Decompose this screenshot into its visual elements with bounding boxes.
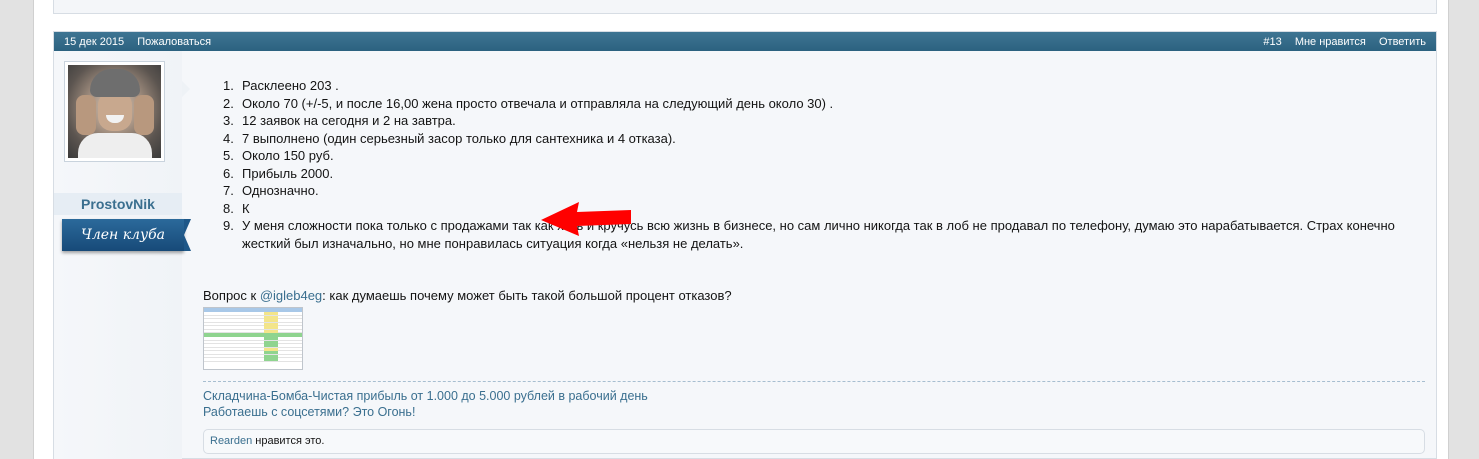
list-item-number: 9. [223, 218, 234, 233]
list-item: 9. У меня сложности пока только с продажа… [223, 217, 1423, 252]
question-text: Вопрос к @igleb4eg: как думаешь почему м… [203, 288, 732, 303]
attachment-thumbnail[interactable] [203, 307, 303, 370]
list-item: 1. Расклеено 203 . [223, 77, 1423, 95]
forum-post: 15 дек 2015 Пожаловаться #13 Мне нравитс… [53, 31, 1437, 459]
list-item-number: 8. [223, 200, 234, 216]
post-header: 15 дек 2015 Пожаловаться #13 Мне нравитс… [54, 32, 1436, 51]
list-item-number: 6. [223, 165, 234, 181]
question-suffix: : как думаешь почему может быть такой бо… [322, 288, 732, 303]
red-arrow-shape [541, 202, 631, 236]
user-title-ribbon: Член клуба [62, 219, 191, 251]
red-arrow-annotation [541, 202, 631, 236]
signature-link-1[interactable]: Складчина-Бомба-Чистая прибыль от 1.000 … [203, 388, 648, 404]
list-item-text: Около 150 руб. [242, 148, 334, 163]
avatar-hat [90, 69, 140, 97]
list-item: 5. Около 150 руб. [223, 147, 1423, 165]
avatar-hand-right [134, 95, 154, 135]
likes-text: нравится это. [252, 435, 325, 447]
list-item-number: 4. [223, 130, 234, 146]
liker-link[interactable]: Rearden [210, 435, 252, 447]
thumb-row [204, 358, 302, 362]
avatar-image [68, 65, 161, 158]
question-prefix: Вопрос к [203, 288, 260, 303]
list-item-text: К [242, 200, 250, 216]
avatar-hand-left [76, 95, 96, 135]
avatar-face [98, 91, 132, 131]
post-header-right: #13 Мне нравится Ответить [1263, 36, 1426, 48]
list-item-number: 1. [223, 78, 234, 93]
username-box: ProstovNik [54, 193, 182, 215]
likes-summary: Rearden нравится это. [203, 429, 1425, 454]
post-header-left: 15 дек 2015 Пожаловаться [64, 36, 221, 48]
list-item-text: У меня сложности пока только с продажами… [242, 218, 1395, 251]
username-link[interactable]: ProstovNik [81, 196, 155, 212]
list-item-number: 5. [223, 148, 234, 163]
list-item: 2. Около 70 (+/-5, и после 16,00 жена про… [223, 95, 1423, 113]
list-item: 4. 7 выполнено (один серьезный засор толь… [223, 130, 1423, 148]
answer-list: 1. Расклеено 203 . 2. Около 70 (+/-5, и пос… [223, 77, 1423, 252]
post-date[interactable]: 15 дек 2015 [64, 36, 124, 48]
report-link[interactable]: Пожаловаться [137, 36, 211, 48]
list-item-text: 12 заявок на сегодня и 2 на завтра. [242, 113, 456, 128]
signature: Складчина-Бомба-Чистая прибыль от 1.000 … [203, 388, 648, 420]
list-item: 3. 12 заявок на сегодня и 2 на завтра. [223, 112, 1423, 130]
signature-separator [203, 381, 1425, 382]
list-item-number: 7. [223, 183, 234, 198]
post-number[interactable]: #13 [1263, 36, 1281, 48]
user-info-panel: ProstovNik Член клуба [54, 51, 191, 459]
mention-link[interactable]: @igleb4eg [260, 288, 322, 303]
list-item-text: 7 выполнено (один серьезный засор только… [242, 130, 676, 146]
signature-link-2[interactable]: Работаешь с соцсетями? Это Огонь! [203, 404, 648, 420]
avatar-shirt [78, 133, 152, 158]
list-item: 7. Однозначно. [223, 182, 1423, 200]
list-item-text: Прибыль 2000. [242, 165, 334, 181]
list-item-number: 2. [223, 95, 234, 111]
list-item-text: Около 70 (+/-5, и после 16,00 жена прост… [242, 95, 834, 111]
list-item: 8. К [223, 200, 1423, 218]
list-item-text: Однозначно. [242, 183, 319, 198]
list-item-text: Расклеено 203 . [242, 78, 339, 93]
previous-post-bottom [53, 0, 1437, 14]
list-item-number: 3. [223, 113, 234, 128]
thumb-row [204, 329, 302, 333]
list-item: 6. Прибыль 2000. [223, 165, 1423, 183]
message-pointer [182, 81, 190, 97]
like-link[interactable]: Мне нравится [1295, 36, 1366, 48]
reply-link[interactable]: Ответить [1379, 36, 1426, 48]
avatar[interactable] [64, 61, 165, 162]
post-content: 1. Расклеено 203 . 2. Около 70 (+/-5, и пос… [203, 51, 1428, 459]
